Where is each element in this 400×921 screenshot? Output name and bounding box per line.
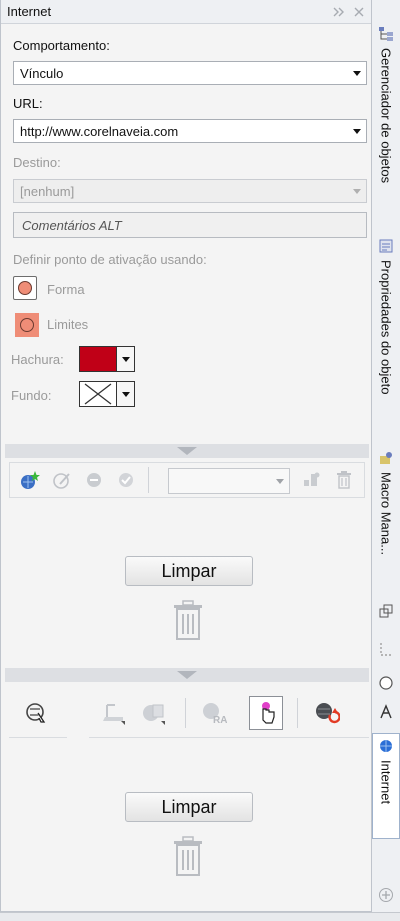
clear-button[interactable]: Limpar — [125, 556, 253, 586]
delete-link-icon[interactable] — [82, 468, 106, 492]
docker-title-bar: Internet — [1, 0, 371, 24]
check-link-icon[interactable] — [114, 468, 138, 492]
tab-label: Propriedades do objeto — [378, 260, 394, 395]
section-splitter[interactable] — [5, 444, 369, 458]
url-label: URL: — [13, 96, 43, 111]
object-properties-icon — [379, 239, 393, 253]
docker-title: Internet — [7, 4, 52, 19]
circle-shape-icon — [18, 281, 32, 295]
tab-label: Gerenciador de objetos — [378, 48, 394, 184]
no-color-swatch — [79, 381, 117, 407]
chevron-down-icon — [348, 62, 366, 84]
new-link-icon[interactable] — [18, 468, 42, 492]
bounding-box-icon — [20, 318, 34, 332]
hatch-label: Hachura: — [11, 352, 64, 367]
web-refresh-icon[interactable] — [313, 700, 341, 726]
behavior-select[interactable]: Vínculo — [13, 61, 367, 85]
collapse-icon[interactable] — [331, 4, 347, 20]
toolbar-separator — [297, 698, 298, 728]
url-value: http://www.corelnaveia.com — [20, 123, 179, 139]
alt-comments-text: Comentários ALT — [22, 217, 122, 233]
window-restore-icon[interactable] — [378, 603, 394, 619]
chevron-down-icon[interactable] — [117, 381, 135, 407]
shape-hotspot-button[interactable] — [13, 276, 37, 300]
tab-internet[interactable]: Internet — [372, 733, 400, 839]
chevron-down-icon — [348, 120, 366, 142]
trash-icon[interactable] — [332, 468, 356, 492]
close-icon[interactable] — [351, 4, 367, 20]
tab-object-manager[interactable]: Gerenciador de objetos — [372, 26, 400, 212]
target-value: [nenhum] — [20, 183, 75, 199]
text-tool-icon[interactable] — [378, 704, 394, 720]
circle-tool-icon[interactable] — [378, 675, 394, 691]
behavior-value: Vínculo — [20, 65, 64, 81]
web-image-icon[interactable]: RA — [201, 700, 227, 726]
behavior-label: Comportamento: — [13, 38, 110, 53]
chevron-down-icon — [348, 180, 366, 202]
bounds-hotspot-button[interactable] — [15, 313, 39, 337]
target-select[interactable]: [nenhum] — [13, 179, 367, 203]
inspect-icon[interactable] — [23, 700, 49, 726]
object-manager-icon — [379, 27, 393, 41]
bookmark-toolbar — [9, 462, 365, 498]
status-strip — [0, 912, 400, 921]
shape-option-label: Forma — [47, 282, 85, 297]
section-splitter[interactable] — [5, 668, 369, 682]
chevron-down-icon — [271, 469, 289, 493]
tab-label: Macro Mana... — [378, 472, 394, 556]
web-text-icon[interactable] — [101, 700, 127, 726]
clear-button[interactable]: Limpar — [125, 792, 253, 822]
drop-trash-icon[interactable] — [171, 600, 205, 642]
hatch-color-swatch — [79, 346, 117, 372]
target-label: Destino: — [13, 155, 61, 170]
add-tab-icon[interactable] — [378, 887, 394, 903]
toolbar-separator — [148, 467, 149, 493]
globe-icon — [380, 740, 392, 752]
docker-tab-strip: Gerenciador de objetos Propriedades do o… — [372, 0, 400, 912]
web-objects-icon[interactable] — [141, 700, 167, 726]
web-tools-group: RA — [89, 688, 369, 738]
toolbar-separator — [185, 698, 186, 728]
inspect-group — [9, 688, 67, 738]
url-input[interactable]: http://www.corelnaveia.com — [13, 119, 367, 143]
hatch-color-picker[interactable] — [79, 346, 135, 372]
bounds-option-label: Limites — [47, 317, 89, 332]
chevron-down-icon[interactable] — [117, 346, 135, 372]
add-bookmark-icon[interactable] — [300, 468, 324, 492]
tab-macro-manager[interactable]: Macro Mana... — [372, 450, 400, 580]
background-label: Fundo: — [11, 388, 52, 403]
background-color-picker[interactable] — [79, 381, 135, 407]
alt-comments-field[interactable]: Comentários ALT — [13, 212, 367, 238]
bookmark-select[interactable] — [168, 468, 290, 494]
svg-text:RA: RA — [213, 715, 227, 725]
internet-docker: Internet Comportamento: Vínculo URL: htt… — [0, 0, 372, 912]
tab-object-properties[interactable]: Propriedades do objeto — [372, 238, 400, 424]
dimension-tool-icon[interactable] — [378, 641, 394, 657]
macro-icon — [380, 452, 392, 464]
hotspot-label: Definir ponto de ativação usando: — [13, 252, 207, 267]
hotspot-icon[interactable] — [249, 696, 283, 730]
drop-trash-icon[interactable] — [171, 836, 205, 878]
edit-link-icon[interactable] — [50, 468, 74, 492]
tab-label: Internet — [378, 760, 394, 805]
